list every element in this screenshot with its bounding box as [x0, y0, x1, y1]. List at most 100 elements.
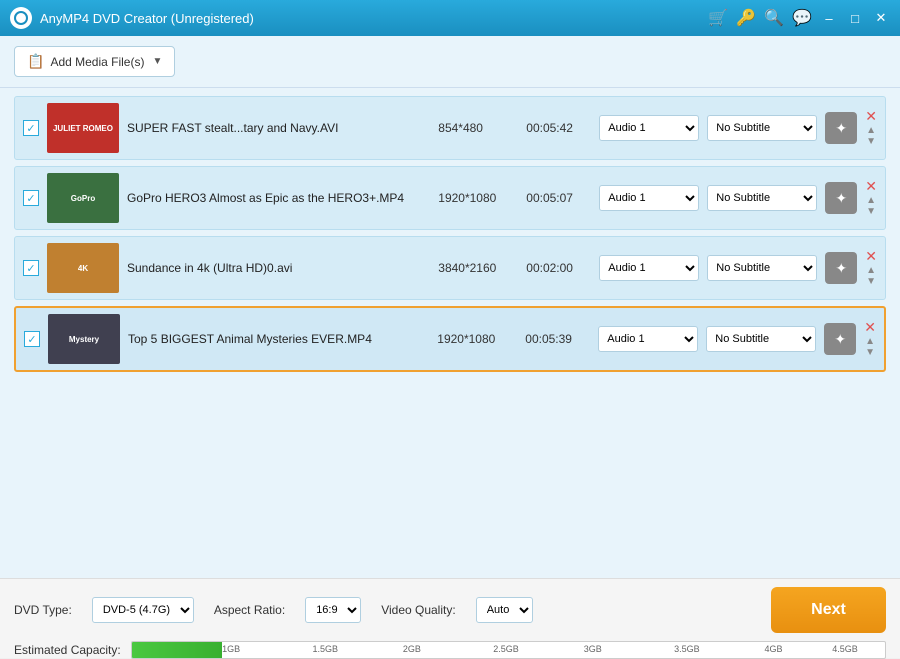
- media-edit-button-2[interactable]: ✦: [825, 182, 857, 214]
- media-subtitle-select-3[interactable]: No Subtitle: [707, 255, 817, 281]
- cart-icon[interactable]: 🛒: [708, 8, 728, 28]
- add-file-icon: 📋: [27, 53, 44, 70]
- media-audio-select-2[interactable]: Audio 1: [599, 185, 699, 211]
- media-edit-button-4[interactable]: ✦: [824, 323, 856, 355]
- media-audio-select-4[interactable]: Audio 1: [598, 326, 698, 352]
- cap-tick-5: 3GB: [584, 644, 602, 654]
- arrow-down-icon[interactable]: ▼: [866, 276, 876, 287]
- bottom-controls-row: DVD Type: DVD-5 (4.7G) Aspect Ratio: 16:…: [14, 587, 886, 633]
- media-duration-1: 00:05:42: [526, 121, 591, 135]
- media-list-area: JULIET ROMEO SUPER FAST stealt...tary an…: [0, 88, 900, 578]
- add-dropdown-arrow: ▼: [152, 56, 162, 67]
- edit-icon: ✦: [835, 260, 847, 277]
- media-delete-3[interactable]: ✕: [865, 249, 877, 263]
- media-subtitle-select-4[interactable]: No Subtitle: [706, 326, 816, 352]
- media-side-controls-4: ✕ ▲ ▼: [864, 320, 876, 358]
- media-thumbnail-3: 4K: [47, 243, 119, 293]
- media-side-controls-2: ✕ ▲ ▼: [865, 179, 877, 217]
- cap-tick-1: 1GB: [222, 644, 240, 654]
- add-media-button[interactable]: 📋 Add Media File(s) ▼: [14, 46, 175, 77]
- key-icon[interactable]: 🔑: [736, 8, 756, 28]
- media-duration-4: 00:05:39: [525, 332, 590, 346]
- media-delete-2[interactable]: ✕: [865, 179, 877, 193]
- toolbar: 📋 Add Media File(s) ▼: [0, 36, 900, 88]
- bottom-bar: DVD Type: DVD-5 (4.7G) Aspect Ratio: 16:…: [0, 578, 900, 658]
- media-row: JULIET ROMEO SUPER FAST stealt...tary an…: [14, 96, 886, 160]
- arrow-down-icon[interactable]: ▼: [866, 136, 876, 147]
- cap-tick-4: 2.5GB: [493, 644, 519, 654]
- media-edit-button-1[interactable]: ✦: [825, 112, 857, 144]
- edit-icon: ✦: [835, 190, 847, 207]
- aspect-ratio-label: Aspect Ratio:: [214, 603, 285, 617]
- thumb-label: GoPro: [69, 192, 97, 205]
- arrow-down-icon[interactable]: ▼: [866, 206, 876, 217]
- media-title-3: Sundance in 4k (Ultra HD)0.avi: [127, 261, 430, 275]
- media-checkbox-4[interactable]: [24, 331, 40, 347]
- media-side-controls-3: ✕ ▲ ▼: [865, 249, 877, 287]
- next-button[interactable]: Next: [771, 587, 886, 633]
- thumb-label: 4K: [76, 262, 90, 275]
- media-thumbnail-4: Mystery: [48, 314, 120, 364]
- media-reorder-3[interactable]: ▲ ▼: [866, 265, 876, 287]
- aspect-ratio-select[interactable]: 16:9: [305, 597, 361, 623]
- media-row: Mystery Top 5 BIGGEST Animal Mysteries E…: [14, 306, 886, 372]
- media-subtitle-select-1[interactable]: No Subtitle: [707, 115, 817, 141]
- media-duration-3: 00:02:00: [526, 261, 591, 275]
- media-duration-2: 00:05:07: [526, 191, 591, 205]
- arrow-up-icon[interactable]: ▲: [865, 336, 875, 347]
- title-bar: AnyMP4 DVD Creator (Unregistered) 🛒 🔑 🔍 …: [0, 0, 900, 36]
- media-side-controls-1: ✕ ▲ ▼: [865, 109, 877, 147]
- media-subtitle-select-2[interactable]: No Subtitle: [707, 185, 817, 211]
- thumb-label: JULIET ROMEO: [51, 122, 115, 135]
- media-thumbnail-1: JULIET ROMEO: [47, 103, 119, 153]
- media-resolution-1: 854*480: [438, 121, 518, 135]
- search-icon[interactable]: 🔍: [764, 8, 784, 28]
- media-reorder-2[interactable]: ▲ ▼: [866, 195, 876, 217]
- media-row: GoPro GoPro HERO3 Almost as Epic as the …: [14, 166, 886, 230]
- media-reorder-1[interactable]: ▲ ▼: [866, 125, 876, 147]
- arrow-down-icon[interactable]: ▼: [865, 347, 875, 358]
- cap-tick-6: 3.5GB: [674, 644, 700, 654]
- media-row: 4K Sundance in 4k (Ultra HD)0.avi 3840*2…: [14, 236, 886, 300]
- media-audio-select-1[interactable]: Audio 1: [599, 115, 699, 141]
- cap-tick-8: 4.5GB: [832, 644, 858, 654]
- media-resolution-2: 1920*1080: [438, 191, 518, 205]
- dvd-type-select[interactable]: DVD-5 (4.7G): [92, 597, 194, 623]
- edit-icon: ✦: [834, 331, 846, 348]
- add-media-label: Add Media File(s): [50, 55, 144, 69]
- media-checkbox-2[interactable]: [23, 190, 39, 206]
- arrow-up-icon[interactable]: ▲: [866, 195, 876, 206]
- window-controls: 🛒 🔑 🔍 💬 – □ ✕: [708, 8, 890, 28]
- media-edit-button-3[interactable]: ✦: [825, 252, 857, 284]
- capacity-row: Estimated Capacity: 0.5GB 1GB 1.5GB 2GB …: [14, 641, 886, 659]
- app-title: AnyMP4 DVD Creator (Unregistered): [40, 11, 708, 26]
- media-resolution-4: 1920*1080: [437, 332, 517, 346]
- app-logo: [10, 7, 32, 29]
- dvd-type-label: DVD Type:: [14, 603, 72, 617]
- media-delete-1[interactable]: ✕: [865, 109, 877, 123]
- close-button[interactable]: ✕: [872, 9, 890, 27]
- media-title-2: GoPro HERO3 Almost as Epic as the HERO3+…: [127, 191, 430, 205]
- capacity-label: Estimated Capacity:: [14, 643, 121, 657]
- minimize-button[interactable]: –: [820, 9, 838, 27]
- arrow-up-icon[interactable]: ▲: [866, 265, 876, 276]
- media-thumbnail-2: GoPro: [47, 173, 119, 223]
- cap-tick-2: 1.5GB: [313, 644, 339, 654]
- edit-icon: ✦: [835, 120, 847, 137]
- capacity-bar: 0.5GB 1GB 1.5GB 2GB 2.5GB 3GB 3.5GB 4GB …: [131, 641, 886, 659]
- media-checkbox-3[interactable]: [23, 260, 39, 276]
- media-title-4: Top 5 BIGGEST Animal Mysteries EVER.MP4: [128, 332, 429, 346]
- thumb-label: Mystery: [67, 333, 101, 346]
- media-checkbox-1[interactable]: [23, 120, 39, 136]
- info-icon[interactable]: 💬: [792, 8, 812, 28]
- media-title-1: SUPER FAST stealt...tary and Navy.AVI: [127, 121, 430, 135]
- media-audio-select-3[interactable]: Audio 1: [599, 255, 699, 281]
- media-reorder-4[interactable]: ▲ ▼: [865, 336, 875, 358]
- maximize-button[interactable]: □: [846, 9, 864, 27]
- arrow-up-icon[interactable]: ▲: [866, 125, 876, 136]
- video-quality-label: Video Quality:: [381, 603, 456, 617]
- media-delete-4[interactable]: ✕: [864, 320, 876, 334]
- media-resolution-3: 3840*2160: [438, 261, 518, 275]
- video-quality-select[interactable]: Auto: [476, 597, 533, 623]
- cap-tick-7: 4GB: [764, 644, 782, 654]
